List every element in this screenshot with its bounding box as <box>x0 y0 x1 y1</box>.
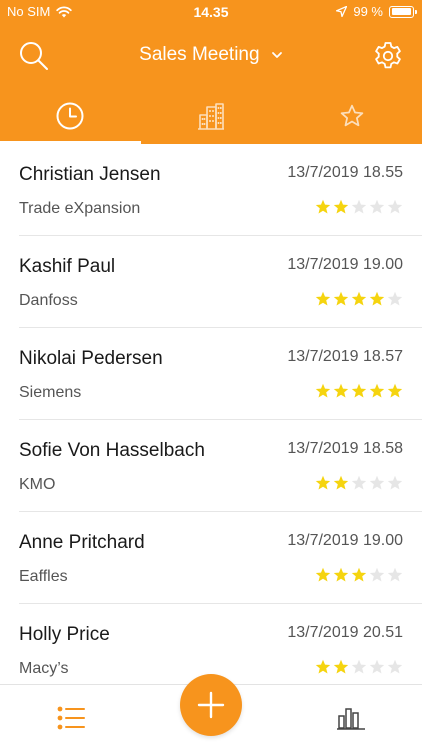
location-arrow-icon <box>336 6 348 17</box>
star-filled-icon <box>351 567 367 582</box>
meeting-row[interactable]: Kashif Paul Danfoss 13/7/2019 19.00 <box>19 236 422 328</box>
star-filled-icon <box>351 383 367 398</box>
tab-bar <box>0 96 422 144</box>
star-filled-icon <box>369 291 385 306</box>
list-view-icon[interactable] <box>56 705 86 731</box>
meeting-row[interactable]: Anne Pritchard Eaffles 13/7/2019 19.00 <box>19 512 422 604</box>
contact-name: Holly Price <box>19 624 110 645</box>
star-filled-icon <box>351 291 367 306</box>
star-filled-icon <box>333 383 349 398</box>
meeting-row[interactable]: Holly Price Macy’s 13/7/2019 20.51 <box>19 604 422 684</box>
meeting-row[interactable]: Nikolai Pedersen Siemens 13/7/2019 18.57 <box>19 328 422 420</box>
rating-stars <box>315 475 403 491</box>
contact-name: Sofie Von Hasselbach <box>19 440 205 461</box>
star-empty-icon <box>387 291 403 306</box>
gear-icon[interactable] <box>372 40 404 72</box>
star-empty-icon <box>351 659 367 674</box>
star-filled-icon <box>333 659 349 674</box>
contact-name: Christian Jensen <box>19 164 161 185</box>
star-empty-icon <box>369 199 385 214</box>
star-filled-icon <box>315 567 331 582</box>
meeting-datetime: 13/7/2019 19.00 <box>287 256 403 273</box>
tab-recent[interactable] <box>0 96 141 144</box>
chevron-down-icon <box>271 52 282 58</box>
star-empty-icon <box>387 567 403 582</box>
star-filled-icon <box>315 659 331 674</box>
star-filled-icon <box>333 199 349 214</box>
meeting-datetime: 13/7/2019 18.57 <box>287 348 403 365</box>
nav-bar: Sales Meeting <box>0 32 422 80</box>
buildings-icon <box>198 103 224 130</box>
star-filled-icon <box>315 291 331 306</box>
rating-stars <box>315 659 403 675</box>
star-filled-icon <box>315 383 331 398</box>
star-empty-icon <box>387 659 403 674</box>
star-filled-icon <box>315 475 331 490</box>
battery-percent: 99 % <box>353 4 383 19</box>
add-meeting-button[interactable] <box>180 674 242 736</box>
star-empty-icon <box>369 475 385 490</box>
star-filled-icon <box>333 475 349 490</box>
company-name: Eaffles <box>19 568 68 585</box>
battery-fill <box>391 8 412 15</box>
star-empty-icon <box>351 199 367 214</box>
meeting-selector[interactable]: Sales Meeting <box>0 44 422 66</box>
rating-stars <box>315 291 403 307</box>
company-name: KMO <box>19 476 56 493</box>
star-empty-icon <box>369 567 385 582</box>
rating-stars <box>315 199 403 215</box>
meeting-datetime: 13/7/2019 20.51 <box>287 624 403 641</box>
statistics-icon[interactable] <box>336 705 366 731</box>
contact-name: Nikolai Pedersen <box>19 348 163 369</box>
star-empty-icon <box>351 475 367 490</box>
rating-stars <box>315 383 403 399</box>
star-filled-icon <box>369 383 385 398</box>
plus-icon <box>197 691 225 719</box>
tab-companies[interactable] <box>141 96 282 144</box>
star-filled-icon <box>387 383 403 398</box>
page-title: Sales Meeting <box>139 44 260 65</box>
contact-name: Anne Pritchard <box>19 532 145 553</box>
star-empty-icon <box>387 199 403 214</box>
status-bar: No SIM 14.35 99 % <box>0 0 422 24</box>
star-filled-icon <box>333 291 349 306</box>
company-name: Trade eXpansion <box>19 200 141 217</box>
star-filled-icon <box>333 567 349 582</box>
company-name: Siemens <box>19 384 82 401</box>
meeting-datetime: 13/7/2019 18.58 <box>287 440 403 457</box>
company-name: Danfoss <box>19 292 78 309</box>
meeting-datetime: 13/7/2019 18.55 <box>287 164 403 181</box>
star-outline-icon <box>340 104 363 127</box>
app-header: No SIM 14.35 99 % Sales Meeting <box>0 0 422 144</box>
meeting-row[interactable]: Christian Jensen Trade eXpansion 13/7/2019… <box>19 144 422 236</box>
tab-favorites[interactable] <box>281 96 422 144</box>
rating-stars <box>315 567 403 583</box>
meeting-list[interactable]: Christian Jensen Trade eXpansion 13/7/2019… <box>0 144 422 684</box>
battery-icon <box>389 5 417 18</box>
meeting-row[interactable]: Sofie Von Hasselbach KMO 13/7/2019 18.58 <box>19 420 422 512</box>
star-empty-icon <box>387 475 403 490</box>
company-name: Macy’s <box>19 660 69 677</box>
contact-name: Kashif Paul <box>19 256 116 277</box>
clock-icon <box>56 102 84 130</box>
status-right: 99 % <box>336 4 417 19</box>
meeting-datetime: 13/7/2019 19.00 <box>287 532 403 549</box>
star-empty-icon <box>369 659 385 674</box>
star-filled-icon <box>315 199 331 214</box>
